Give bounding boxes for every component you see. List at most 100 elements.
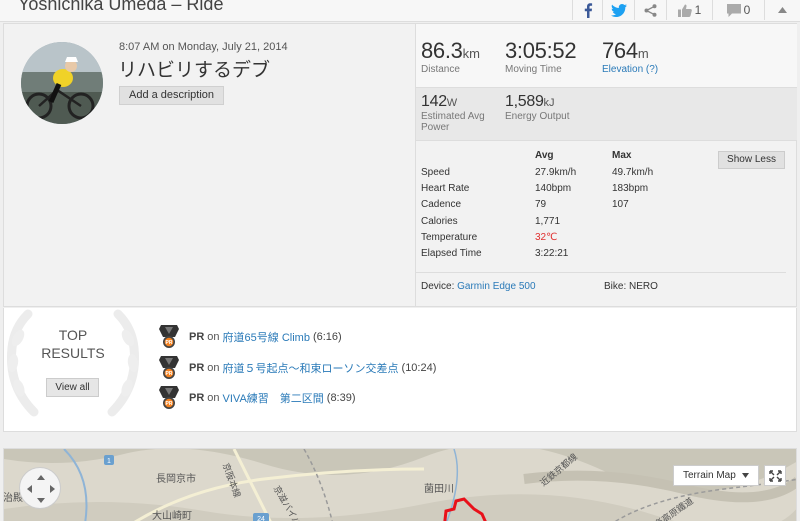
kudos-count: 1 — [694, 3, 702, 17]
pr-medal-icon: PR — [159, 386, 179, 409]
energy-unit: kJ — [543, 97, 555, 109]
map-label: 大山崎町 — [152, 511, 192, 521]
detail-row-label: Heart Rate — [421, 183, 470, 194]
detail-row-max: 183bpm — [612, 183, 649, 194]
distance-label: Distance — [421, 64, 460, 75]
bike-label: Bike: — [604, 281, 627, 292]
result-item: PR PR on 府道５号起点〜和束ローソン交差点 (10:24) — [158, 353, 436, 383]
detail-row-label: Cadence — [421, 199, 462, 210]
pr-medal-icon: PR — [159, 356, 179, 379]
twitter-icon — [610, 3, 627, 17]
col-avg-header: Avg — [535, 150, 554, 161]
view-all-button[interactable]: View all — [46, 378, 99, 397]
stat-distance: 86.3km Distance — [421, 38, 480, 75]
detail-row-max: 49.7km/h — [612, 167, 654, 178]
segment-time: (10:24) — [401, 362, 437, 374]
collapse-header-button[interactable] — [764, 0, 800, 20]
stat-power: 142W Estimated Avg Power — [421, 93, 485, 133]
pr-medal-icon: PR — [159, 325, 179, 348]
show-less-button[interactable]: Show Less — [718, 151, 785, 169]
stats-panel: 86.3km Distance 3:05:52 Moving Time 764m… — [415, 24, 797, 306]
kudos-button[interactable]: 1 — [666, 0, 712, 20]
add-description-button[interactable]: Add a description — [119, 86, 224, 105]
device-link[interactable]: Garmin Edge 500 — [457, 281, 535, 292]
power-label-line1: Estimated Avg — [421, 111, 485, 122]
detail-row-label: Elapsed Time — [421, 248, 482, 259]
elevation-value: 764 — [602, 38, 638, 63]
route-map[interactable]: 24 1 長岡京市 大山崎町 治殿 京滋バイパス 京阪本線 菌田川 近鉄京都線 … — [3, 448, 797, 521]
activity-datetime: 8:07 AM on Monday, July 21, 2014 — [119, 41, 288, 53]
stat-elevation: 764m Elevation (?) — [602, 38, 658, 75]
share-icon — [644, 3, 657, 17]
pr-label: PR — [189, 392, 205, 404]
col-max-header: Max — [612, 150, 632, 161]
comment-button[interactable]: 0 — [712, 0, 764, 20]
temperature-avg: 32℃ — [535, 232, 558, 243]
athlete-avatar[interactable] — [21, 42, 103, 124]
svg-text:PR: PR — [166, 340, 173, 346]
detail-row-label: Temperature — [421, 232, 478, 243]
detail-row-avg: 27.9km/h — [535, 167, 577, 178]
activity-page: Yoshichika Umeda – Ride 1 0 8:07 AM on M… — [0, 0, 800, 521]
result-on-text: on — [207, 392, 220, 404]
elevation-unit: m — [637, 46, 649, 61]
detail-row-avg: 79 — [535, 199, 547, 210]
pr-label: PR — [189, 362, 205, 374]
bike-info: Bike: NERO — [604, 281, 658, 292]
map-type-dropdown[interactable]: Terrain Map — [673, 465, 759, 486]
route-24-marker: 24 — [257, 516, 265, 521]
primary-stats: 86.3km Distance 3:05:52 Moving Time 764m… — [416, 24, 797, 87]
twitter-share-button[interactable] — [602, 0, 634, 20]
device-info: Device: Garmin Edge 500 — [421, 281, 536, 292]
segment-link[interactable]: 府道５号起点〜和束ローソン交差点 — [223, 360, 399, 376]
stats-divider — [416, 272, 786, 273]
activity-header: Yoshichika Umeda – Ride 1 0 — [0, 0, 800, 22]
pr-label: PR — [189, 331, 205, 343]
top-results-title-line1: TOP — [58, 327, 88, 343]
energy-label: Energy Output — [505, 111, 570, 122]
top-results-title: TOP RESULTS — [4, 326, 142, 362]
facebook-icon — [584, 2, 592, 18]
stat-energy: 1,589kJ Energy Output — [505, 93, 569, 122]
activity-name: リハビリするデブ — [118, 60, 271, 81]
fullscreen-icon — [769, 470, 782, 482]
moving-time-label: Moving Time — [505, 64, 562, 75]
device-label: Device: — [421, 281, 455, 292]
chevron-down-icon — [742, 473, 749, 478]
detail-row-avg: 3:22:21 — [535, 248, 569, 259]
secondary-stats: 142W Estimated Avg Power 1,589kJ Energy … — [416, 87, 797, 141]
avatar-photo — [21, 42, 103, 124]
power-unit: W — [446, 97, 458, 109]
map-label: 長岡京市 — [156, 474, 196, 485]
top-results-title-line2: RESULTS — [41, 345, 105, 361]
detail-row-max: 107 — [612, 199, 629, 210]
pan-arrows-icon — [27, 475, 55, 503]
comment-icon — [726, 3, 741, 17]
power-label-line2: Power — [421, 122, 450, 133]
facebook-share-button[interactable] — [572, 0, 602, 20]
detail-row-label: Speed — [421, 167, 450, 178]
map-label: 菌田川 — [424, 484, 454, 495]
segment-link[interactable]: 府道65号線 Climb — [223, 329, 310, 345]
route-1-marker: 1 — [107, 458, 111, 465]
map-type-label: Terrain Map — [683, 470, 736, 481]
segment-link[interactable]: VIVA練習 第二区間 — [223, 390, 324, 406]
result-item: PR PR on VIVA練習 第二区間 (8:39) — [158, 383, 356, 413]
result-on-text: on — [207, 362, 220, 374]
distance-unit: km — [462, 46, 480, 61]
result-on-text: on — [207, 331, 220, 343]
kudos-thumb-icon — [677, 4, 692, 17]
svg-text:PR: PR — [166, 401, 173, 407]
distance-value: 86.3 — [421, 38, 463, 63]
detail-row-avg: 140bpm — [535, 183, 572, 194]
map-pan-control[interactable] — [19, 467, 61, 509]
elevation-help-link[interactable]: Elevation (?) — [602, 64, 658, 75]
share-button[interactable] — [634, 0, 666, 20]
collapse-caret-icon — [778, 7, 787, 13]
energy-value: 1,589 — [505, 93, 544, 110]
bike-name: NERO — [629, 281, 658, 292]
result-item: PR PR on 府道65号線 Climb (6:16) — [158, 322, 342, 352]
detail-row-label: Calories — [421, 216, 458, 227]
detail-row-avg: 1,771 — [535, 216, 561, 227]
map-fullscreen-button[interactable] — [764, 465, 786, 486]
